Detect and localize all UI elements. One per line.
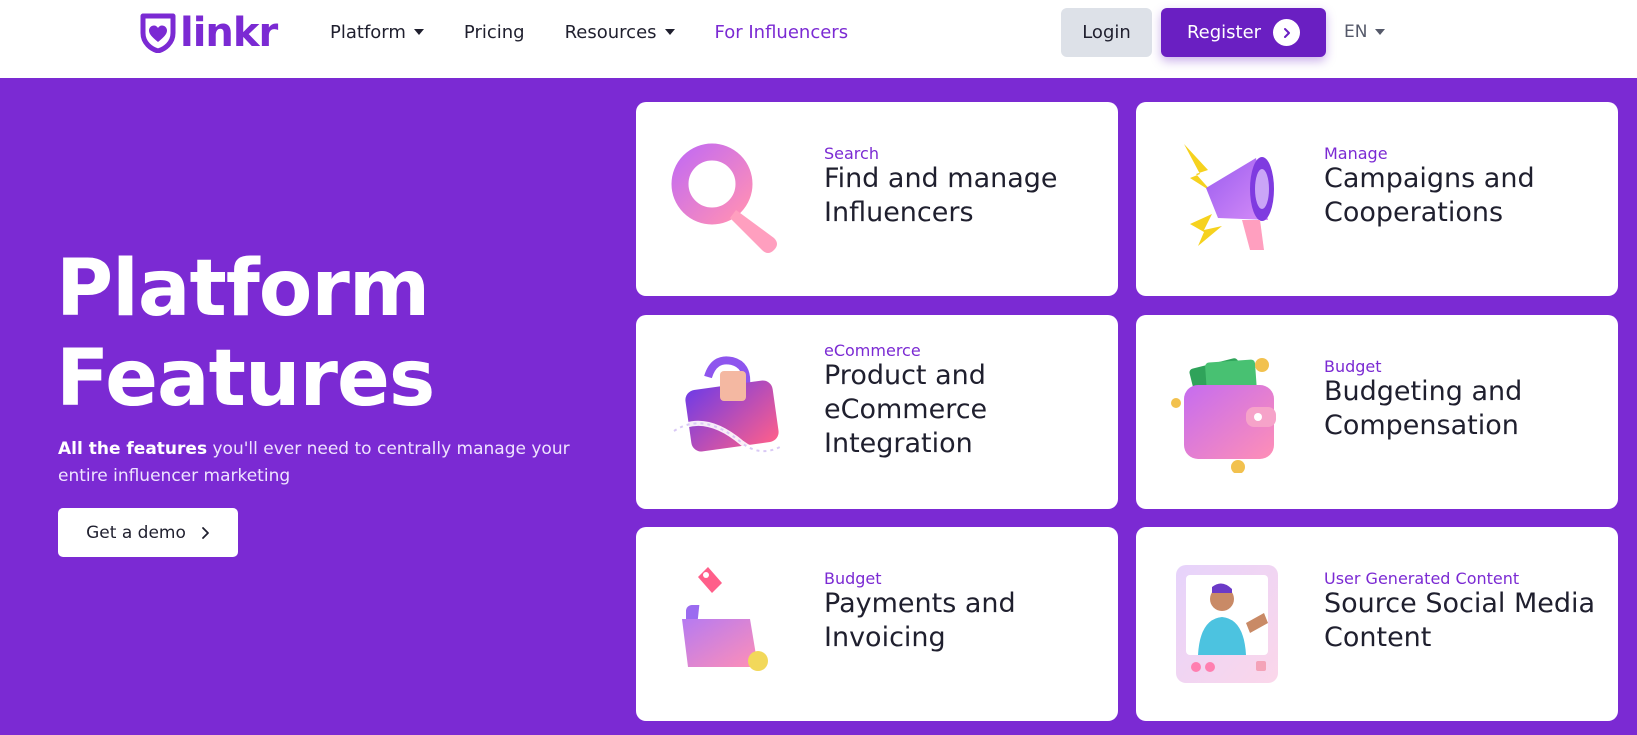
logo-shield-icon (140, 13, 176, 53)
chevron-right-icon (201, 526, 209, 539)
nav-resources-label: Resources (564, 21, 657, 43)
card-title: Product and eCommerce Integration (824, 360, 988, 459)
chevron-down-icon (413, 29, 424, 35)
language-label: EN (1344, 22, 1368, 42)
card-category: Search (824, 144, 879, 163)
feature-card-payments[interactable]: Budget Payments and Invoicing (636, 527, 1118, 721)
login-button-label: Login (1082, 22, 1131, 43)
card-category: Budget (1324, 357, 1382, 376)
nav-pricing[interactable]: Pricing (464, 20, 525, 44)
magnifier-icon (671, 143, 777, 253)
feature-card-manage[interactable]: Manage Campaigns and Cooperations (1136, 102, 1618, 296)
nav-platform[interactable]: Platform (330, 20, 424, 44)
card-category: Manage (1324, 144, 1388, 163)
nav-for-influencers-label: For Influencers (714, 21, 849, 43)
hero-title-line2: Features (56, 334, 435, 424)
card-title: Find and manage Influencers (824, 163, 1058, 228)
arrow-right-icon (1273, 19, 1301, 46)
site-header: linkr Platform Pricing Resources For Inf… (0, 0, 1637, 78)
feature-card-ugc[interactable]: User Generated Content Source Social Med… (1136, 527, 1618, 721)
hero-title: Platform Features (56, 244, 576, 424)
logo-text: linkr (180, 10, 278, 56)
card-title: Budgeting and Compensation (1324, 376, 1523, 441)
feature-card-search[interactable]: Search Find and manage Influencers (636, 102, 1118, 296)
megaphone-icon (1184, 144, 1274, 250)
hero-title-line1: Platform (56, 244, 430, 334)
hero-description: All the features you'll ever need to cen… (58, 436, 608, 490)
folder-icon (682, 567, 768, 671)
get-demo-button[interactable]: Get a demo (58, 508, 238, 557)
logo[interactable]: linkr (138, 10, 278, 56)
nav-for-influencers[interactable]: For Influencers (715, 20, 849, 44)
card-category: Budget (824, 569, 882, 588)
nav-resources[interactable]: Resources (565, 20, 675, 44)
shopping-bag-icon (672, 356, 782, 454)
language-selector[interactable]: EN (1344, 20, 1386, 44)
chevron-down-icon (1375, 29, 1386, 35)
feature-card-ecommerce[interactable]: eCommerce Product and eCommerce Integrat… (636, 315, 1118, 509)
feature-card-budget[interactable]: Budget Budgeting and Compensation (1136, 315, 1618, 509)
nav-pricing-label: Pricing (463, 21, 525, 43)
register-button-label: Register (1186, 22, 1262, 43)
card-title: Source Social Media Content (1324, 588, 1596, 653)
card-title: Campaigns and Cooperations (1324, 163, 1535, 228)
card-category: User Generated Content (1324, 569, 1520, 588)
register-button[interactable]: Register (1161, 8, 1326, 57)
login-button[interactable]: Login (1061, 8, 1152, 57)
card-category: eCommerce (824, 341, 921, 360)
main-nav: Platform Pricing Resources For Influence… (330, 20, 888, 44)
wallet-icon (1171, 358, 1276, 473)
hero-description-bold: All the features (58, 439, 208, 459)
card-title: Payments and Invoicing (824, 588, 1016, 653)
photo-frame-icon (1176, 565, 1278, 683)
chevron-down-icon (664, 29, 675, 35)
get-demo-label: Get a demo (86, 522, 186, 543)
nav-platform-label: Platform (330, 21, 406, 43)
